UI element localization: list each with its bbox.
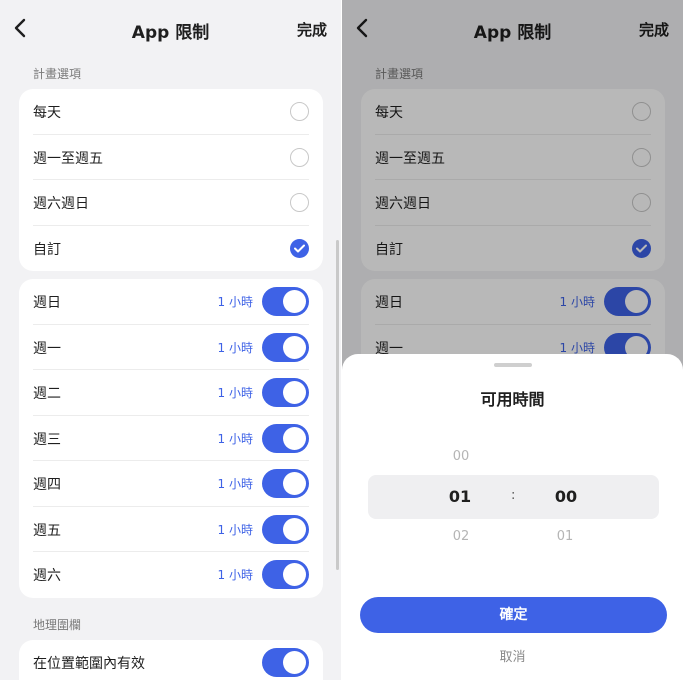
day-toggle[interactable] xyxy=(262,332,309,362)
plan-option-label: 每天 xyxy=(33,105,61,121)
day-label: 週三 xyxy=(33,431,61,448)
day-toggle[interactable] xyxy=(262,560,309,589)
plan-option-weekdays[interactable]: 週一至週五 xyxy=(33,135,309,180)
sheet-title: 可用時間 xyxy=(480,390,545,409)
geofence-row[interactable]: 在位置範圍內有效 xyxy=(33,640,309,680)
day-toggle[interactable] xyxy=(262,378,309,407)
app-limit-screen: App 限制 完成 計畫選項 每天 週一至週五 週六週日 自訂 週日 1 小時 週… xyxy=(0,0,341,680)
day-time[interactable]: 1 小時 xyxy=(218,339,253,356)
day-label: 週六 xyxy=(33,568,61,584)
app-limit-screen-with-picker: App 限制 完成 計畫選項 每天 週一至週五 週六週日 自訂 週日 1 小時 週… xyxy=(342,0,683,680)
radio-icon[interactable] xyxy=(290,147,309,167)
cancel-button[interactable]: 取消 xyxy=(342,646,683,665)
done-button[interactable]: 完成 xyxy=(297,19,327,40)
day-toggle[interactable] xyxy=(262,469,309,498)
plan-section-label: 計畫選項 xyxy=(33,67,82,81)
geofence-toggle[interactable] xyxy=(262,648,309,677)
radio-icon[interactable] xyxy=(290,193,309,212)
hour-option[interactable]: 02 xyxy=(441,529,481,544)
time-separator: : xyxy=(511,488,516,503)
plan-option-custom[interactable]: 自訂 xyxy=(33,226,309,272)
plan-option-label: 自訂 xyxy=(33,241,61,258)
plan-option-label: 週六週日 xyxy=(33,196,89,212)
day-row-tuesday[interactable]: 週二 1 小時 xyxy=(33,370,309,416)
day-label: 週五 xyxy=(33,522,61,539)
radio-icon[interactable] xyxy=(290,102,309,121)
days-card: 週日 1 小時 週一 1 小時 週二 1 小時 週三 1 小時 週四 1 小時 週五 1 小… xyxy=(19,279,323,598)
day-time[interactable]: 1 小時 xyxy=(218,384,253,401)
scrollbar[interactable] xyxy=(336,240,339,570)
day-time[interactable]: 1 小時 xyxy=(218,430,253,447)
day-toggle[interactable] xyxy=(262,514,309,544)
day-time[interactable]: 1 小時 xyxy=(218,521,253,538)
day-row-monday[interactable]: 週一 1 小時 xyxy=(33,325,309,370)
day-row-sunday[interactable]: 週日 1 小時 xyxy=(33,279,309,325)
plan-option-daily[interactable]: 每天 xyxy=(33,89,309,135)
day-row-friday[interactable]: 週五 1 小時 xyxy=(33,507,309,552)
radio-checked-icon[interactable] xyxy=(290,238,309,258)
day-toggle[interactable] xyxy=(262,423,309,453)
geofence-label: 在位置範圍內有效 xyxy=(33,656,145,672)
day-label: 週日 xyxy=(33,295,61,311)
minute-option[interactable]: 01 xyxy=(545,529,585,544)
day-label: 週二 xyxy=(33,386,61,402)
day-time[interactable]: 1 小時 xyxy=(218,475,253,492)
geofence-section-label: 地理圍欄 xyxy=(33,618,82,632)
header: App 限制 完成 xyxy=(0,0,341,58)
day-label: 週四 xyxy=(33,477,61,493)
page-title: App 限制 xyxy=(131,23,210,43)
plan-option-weekends[interactable]: 週六週日 xyxy=(33,180,309,226)
day-row-saturday[interactable]: 週六 1 小時 xyxy=(33,552,309,598)
hour-option[interactable]: 00 xyxy=(441,449,481,464)
day-time[interactable]: 1 小時 xyxy=(218,293,253,310)
minute-selected[interactable]: 00 xyxy=(546,487,586,506)
day-toggle[interactable] xyxy=(262,287,309,316)
hour-selected[interactable]: 01 xyxy=(440,487,480,506)
geofence-card: 在位置範圍內有效 xyxy=(19,640,323,680)
plan-options-card: 每天 週一至週五 週六週日 自訂 xyxy=(19,89,323,271)
time-picker-sheet: 可用時間 00 01 02 : 00 01 確定 取消 xyxy=(342,354,683,680)
confirm-button[interactable]: 確定 xyxy=(360,597,667,633)
day-label: 週一 xyxy=(33,340,61,357)
day-time[interactable]: 1 小時 xyxy=(218,566,253,583)
sheet-handle[interactable] xyxy=(494,363,532,367)
day-row-thursday[interactable]: 週四 1 小時 xyxy=(33,461,309,507)
plan-option-label: 週一至週五 xyxy=(33,150,103,167)
day-row-wednesday[interactable]: 週三 1 小時 xyxy=(33,416,309,461)
